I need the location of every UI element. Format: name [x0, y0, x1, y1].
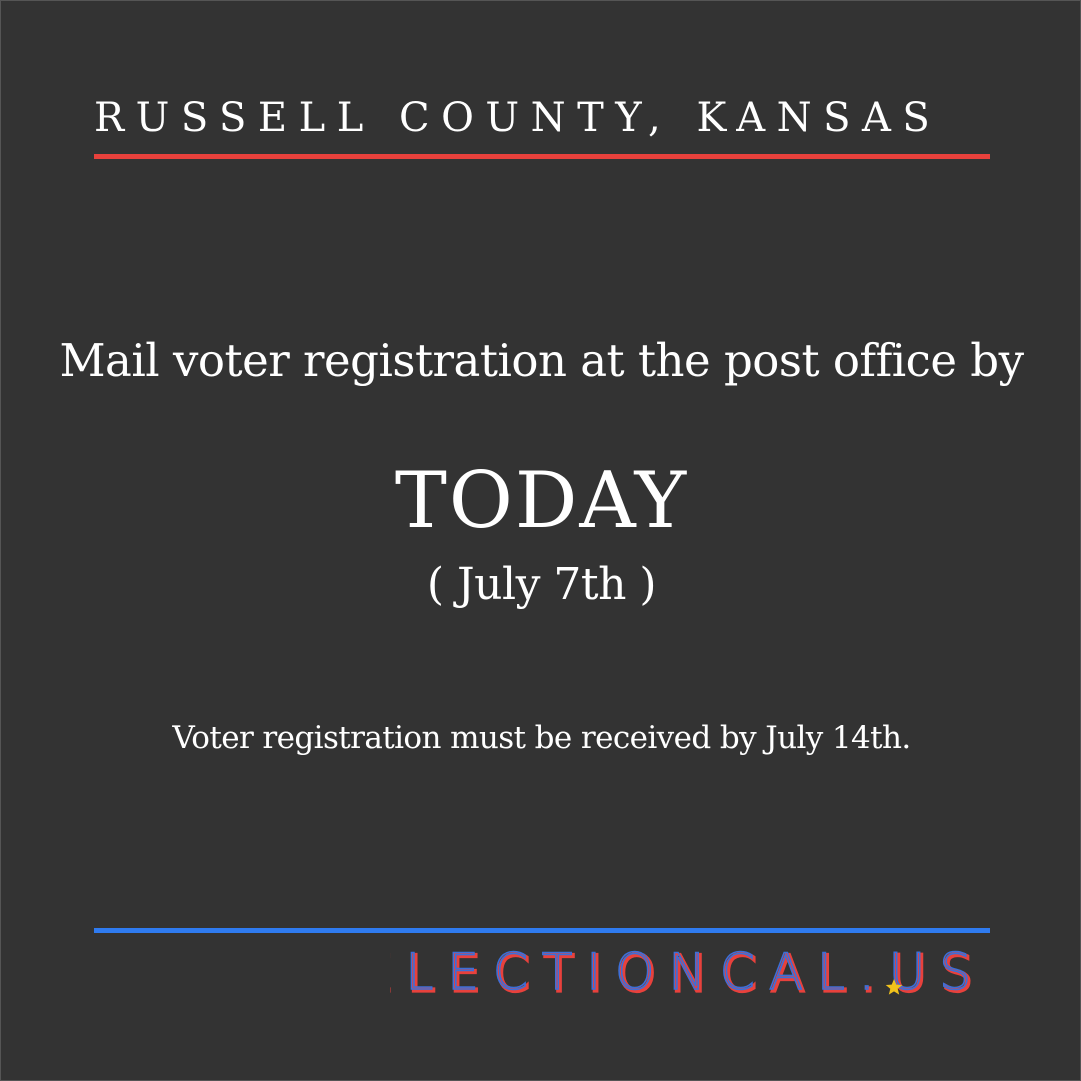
electioncal-logo: ELECTIONCAL.US ELECTIONCAL.US: [390, 945, 990, 1005]
deadline-label: TODAY: [394, 456, 689, 546]
headline: Mail voter registration at the post offi…: [59, 334, 1024, 387]
receipt-note: Voter registration must be received by J…: [172, 720, 911, 756]
location-heading: RUSSELL COUNTY, KANSAS: [94, 95, 942, 141]
logo-wordmark: ELECTIONCAL.US ELECTIONCAL.US: [390, 945, 985, 1005]
bottom-blue-rule: [94, 928, 990, 933]
deadline-date: ( July 7th ): [426, 559, 657, 610]
top-red-rule: [94, 154, 990, 159]
logo-text-blue-outline: ELECTIONCAL.US: [390, 945, 985, 1001]
graphic-frame: RUSSELL COUNTY, KANSAS Mail voter regist…: [0, 0, 1081, 1081]
